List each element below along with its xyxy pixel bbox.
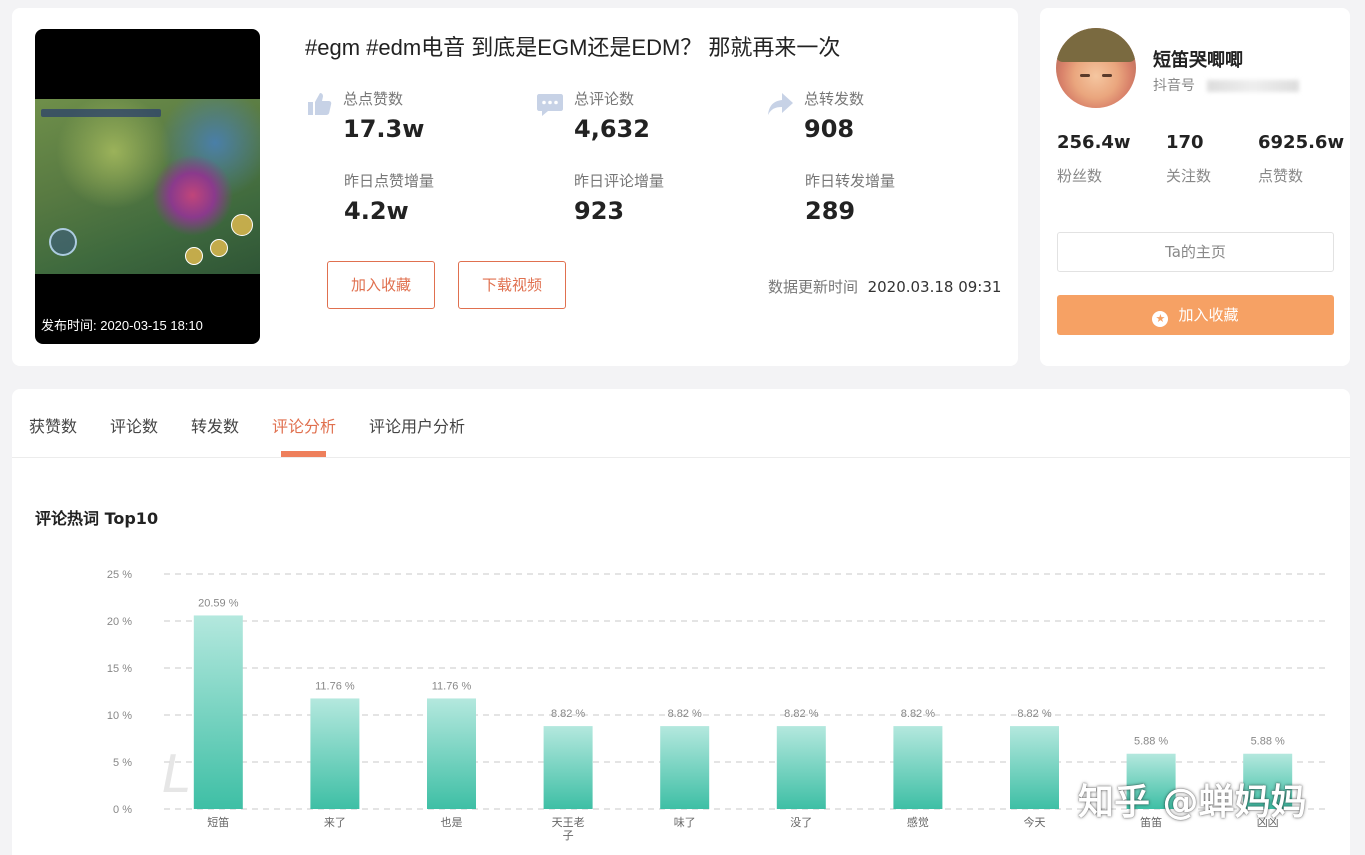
y-tick-label: 25 % [107,569,132,581]
user-stat-value: 6925.6w [1258,132,1345,153]
add-favorite-button[interactable]: 加入收藏 [327,261,435,309]
x-tick-label: 没了 [790,816,812,829]
stat-value: 923 [574,197,625,225]
bar-data-label: 8.82 % [1017,708,1051,720]
bar [543,726,593,809]
stat-value: 17.3w [343,115,425,143]
tab-comment-analysis[interactable]: 评论分析 [272,413,336,437]
update-label: 数据更新时间 [768,278,859,296]
stat-label: 昨日评论增量 [574,172,665,190]
stat-label: 总转发数 [804,90,865,108]
y-tick-label: 20 % [107,616,132,628]
user-homepage-button[interactable]: Ta的主页 [1057,232,1334,272]
stat-label: 昨日点赞增量 [344,172,435,190]
bar-data-label: 5.88 % [1251,736,1285,748]
video-info-card: 发布时间: 2020-03-15 18:10 #egm #edm电音 到底是EG… [12,8,1018,366]
x-tick-label: 短笛 [207,815,229,829]
y-tick-label: 5 % [113,757,132,769]
user-stat-label: 粉丝数 [1057,167,1103,185]
bar-data-label: 11.76 % [315,680,355,692]
bar-data-label: 11.76 % [432,680,472,692]
stat-yesterday-comments: 昨日评论增量 923 [574,170,664,225]
bar [310,698,360,809]
stat-value: 289 [805,197,856,225]
user-favorite-label: 加入收藏 [1178,306,1239,324]
stat-label: 昨日转发增量 [805,172,896,190]
user-stat-label: 点赞数 [1258,167,1304,185]
user-name[interactable]: 短笛哭唧唧 [1153,46,1243,72]
x-tick-label: 子 [563,829,574,842]
video-thumbnail[interactable]: 发布时间: 2020-03-15 18:10 [35,29,260,344]
user-stat-value: 256.4w [1057,132,1131,153]
user-stat-fans: 256.4w 粉丝数 [1057,132,1131,186]
user-favorite-button[interactable]: ★ 加入收藏 [1057,295,1334,335]
share-icon [768,93,793,115]
y-tick-label: 0 % [113,804,132,816]
skill-icon [185,247,203,265]
bar-data-label: 8.82 % [901,708,935,720]
active-tab-indicator [281,451,326,457]
x-tick-label: 感觉 [907,816,929,829]
stat-yesterday-shares: 昨日转发增量 289 [805,170,895,225]
stat-value: 4.2w [344,197,409,225]
comment-icon [537,94,563,116]
update-value: 2020.03.18 09:31 [867,278,1002,296]
joystick-icon [49,228,77,256]
douyin-id-blurred [1207,80,1299,92]
stat-label: 总点赞数 [343,90,404,108]
bar-data-label: 5.88 % [1134,736,1168,748]
stat-total-shares: 总转发数 908 [768,88,865,143]
user-stat-label: 关注数 [1166,167,1212,185]
stat-label: 总评论数 [574,90,635,108]
x-tick-label: 也是 [441,816,463,829]
tab-comments[interactable]: 评论数 [110,413,158,437]
publish-time: 发布时间: 2020-03-15 18:10 [41,318,203,333]
analysis-tabs: 获赞数 评论数 转发数 评论分析 评论用户分析 [12,389,1350,458]
tab-shares[interactable]: 转发数 [191,413,239,437]
stat-yesterday-likes: 昨日点赞增量 4.2w [344,170,434,225]
stat-value: 4,632 [574,115,650,143]
avatar[interactable] [1056,28,1136,108]
user-info-card: 短笛哭唧唧 抖音号 256.4w 粉丝数 170 关注数 6925.6w 点赞数… [1040,8,1350,366]
bar [776,726,826,809]
star-icon: ★ [1152,311,1169,327]
bar-data-label: 8.82 % [551,708,585,720]
x-tick-label: 天王老 [552,816,585,829]
bar [427,698,476,809]
stat-total-likes: 总点赞数 17.3w [308,88,425,143]
bar [1010,726,1059,809]
douyin-id-label: 抖音号 [1153,78,1195,94]
stat-value: 908 [804,115,855,143]
y-tick-label: 15 % [107,663,132,675]
x-tick-label: 来了 [324,816,346,829]
douyin-id: 抖音号 [1153,75,1299,95]
bar [893,726,943,809]
bar [660,726,710,809]
x-tick-label: 今天 [1024,815,1046,829]
skill-icon [231,214,253,236]
x-tick-label: 味了 [674,816,696,829]
user-stat-following: 170 关注数 [1166,132,1211,186]
thumb-up-icon [308,93,332,115]
download-video-button[interactable]: 下载视频 [458,261,566,309]
stat-total-comments: 总评论数 4,632 [537,88,650,143]
bar-data-label: 8.82 % [668,708,702,720]
y-tick-label: 10 % [107,710,132,722]
game-screenshot-image [35,99,260,274]
analysis-card: 获赞数 评论数 转发数 评论分析 评论用户分析 评论热词 Top10 L 0 %… [12,389,1350,855]
bar-data-label: 8.82 % [784,708,818,720]
skill-icon [210,239,228,257]
user-stat-value: 170 [1166,132,1204,153]
chart-title: 评论热词 Top10 [35,509,159,528]
bar-data-label: 20.59 % [198,597,239,609]
video-title: #egm #edm电音 到底是EGM还是EDM？ 那就再来一次 [305,35,841,60]
tab-comment-user-analysis[interactable]: 评论用户分析 [369,413,465,437]
tab-likes[interactable]: 获赞数 [29,413,77,437]
bar [193,615,243,809]
data-update-time: 数据更新时间 2020.03.18 09:31 [768,276,1001,297]
watermark-text: 知乎 @蝉妈妈 [1078,782,1307,823]
user-stat-likes: 6925.6w 点赞数 [1258,132,1344,186]
